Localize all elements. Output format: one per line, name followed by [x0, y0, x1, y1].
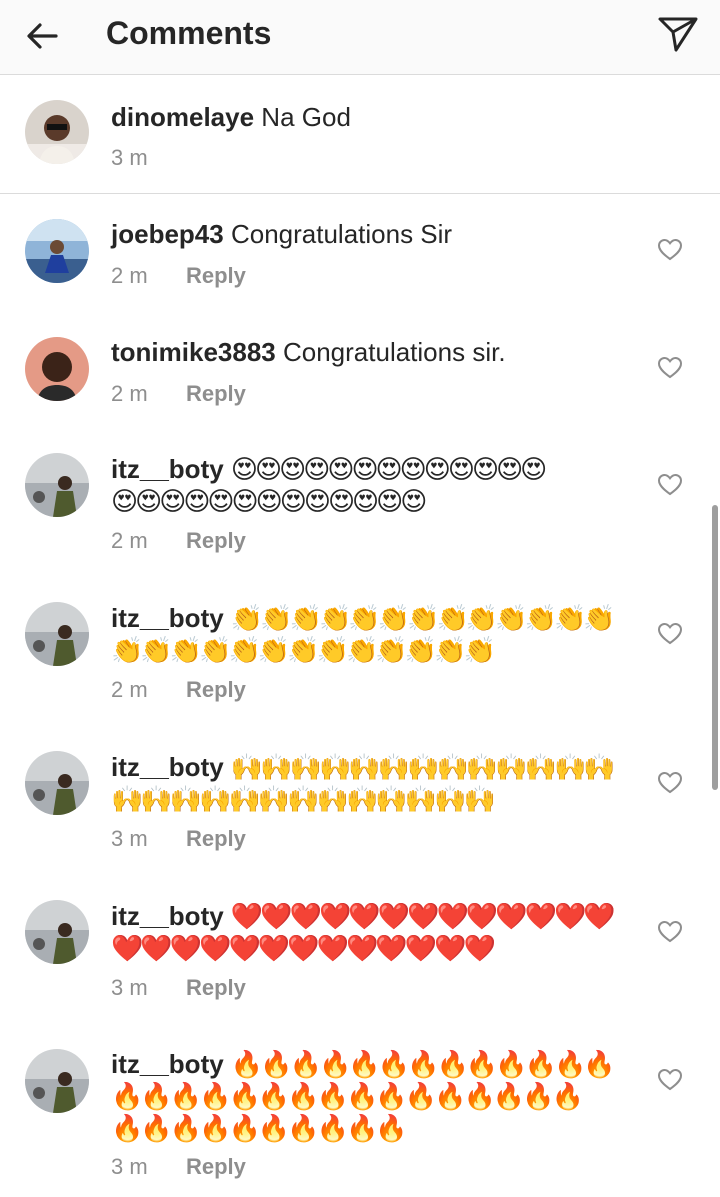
avatar[interactable]: [25, 337, 89, 401]
comment-item: itz__boty 😍😍😍😍😍😍😍😍😍😍😍😍😍 😍😍😍😍😍😍😍😍😍😍😍😍😍 2 m…: [0, 430, 720, 579]
reply-button[interactable]: Reply: [186, 975, 246, 1001]
heart-outline-icon[interactable]: [657, 356, 683, 380]
top-bar: Comments: [0, 0, 720, 75]
avatar[interactable]: [25, 602, 89, 666]
avatar[interactable]: [25, 100, 89, 164]
avatar[interactable]: [25, 751, 89, 815]
timestamp: 3 m: [111, 1154, 148, 1179]
username[interactable]: dinomelaye: [111, 102, 254, 132]
heart-outline-icon[interactable]: [657, 771, 683, 795]
heart-outline-icon[interactable]: [657, 238, 683, 262]
back-arrow-icon[interactable]: [22, 16, 62, 56]
timestamp: 3 m: [111, 826, 148, 851]
avatar[interactable]: [25, 900, 89, 964]
reply-button[interactable]: Reply: [186, 1154, 246, 1180]
comment-text: itz__boty 😍😍😍😍😍😍😍😍😍😍😍😍😍 😍😍😍😍😍😍😍😍😍😍😍😍😍: [111, 453, 636, 517]
username[interactable]: itz__boty: [111, 1049, 224, 1079]
comment-text: itz__boty 👏👏👏👏👏👏👏👏👏👏👏👏👏 👏👏👏👏👏👏👏👏👏👏👏👏👏: [111, 602, 636, 666]
timestamp: 2 m: [111, 528, 148, 553]
emoji-line: 🙌🙌🙌🙌🙌🙌🙌🙌🙌🙌🙌🙌🙌: [111, 784, 496, 814]
post-caption: dinomelaye Na God 3 m: [0, 76, 720, 194]
comment-text: tonimike3883 Congratulations sir.: [111, 336, 636, 368]
emoji-line: 🔥🔥🔥🔥🔥🔥🔥🔥🔥🔥: [111, 1113, 408, 1143]
emoji-line: ❤️❤️❤️❤️❤️❤️❤️❤️❤️❤️❤️❤️❤️: [230, 901, 616, 931]
comment-item: itz__boty 🙌🙌🙌🙌🙌🙌🙌🙌🙌🙌🙌🙌🙌 🙌🙌🙌🙌🙌🙌🙌🙌🙌🙌🙌🙌🙌 3 m…: [0, 728, 720, 877]
emoji-line: 🔥🔥🔥🔥🔥🔥🔥🔥🔥🔥🔥🔥🔥: [230, 1049, 616, 1079]
heart-outline-icon[interactable]: [657, 473, 683, 497]
avatar[interactable]: [25, 1049, 89, 1113]
comment-body: Congratulations Sir: [230, 219, 453, 249]
timestamp: 3 m: [111, 975, 148, 1000]
comment-text: itz__boty ❤️❤️❤️❤️❤️❤️❤️❤️❤️❤️❤️❤️❤️ ❤️❤️…: [111, 900, 636, 964]
comment-item: itz__boty ❤️❤️❤️❤️❤️❤️❤️❤️❤️❤️❤️❤️❤️ ❤️❤️…: [0, 877, 720, 1026]
username[interactable]: itz__boty: [111, 603, 224, 633]
heart-outline-icon[interactable]: [657, 1068, 683, 1092]
username[interactable]: joebep43: [111, 219, 224, 249]
comment-item: itz__boty 🔥🔥🔥🔥🔥🔥🔥🔥🔥🔥🔥🔥🔥 🔥🔥🔥🔥🔥🔥🔥🔥🔥🔥🔥🔥🔥🔥🔥🔥 🔥…: [0, 1026, 720, 1197]
timestamp: 2 m: [111, 263, 148, 288]
comment-text: joebep43 Congratulations Sir: [111, 218, 636, 250]
timestamp: 3 m: [111, 145, 148, 170]
heart-outline-icon[interactable]: [657, 920, 683, 944]
emoji-line: 👏👏👏👏👏👏👏👏👏👏👏👏👏: [111, 635, 496, 665]
emoji-line: 🔥🔥🔥🔥🔥🔥🔥🔥🔥🔥🔥🔥🔥🔥🔥🔥: [111, 1081, 584, 1111]
emoji-line: ❤️❤️❤️❤️❤️❤️❤️❤️❤️❤️❤️❤️❤️: [111, 933, 496, 963]
emoji-line: 👏👏👏👏👏👏👏👏👏👏👏👏👏: [230, 603, 616, 633]
reply-button[interactable]: Reply: [186, 826, 246, 852]
comment-body: Congratulations sir.: [282, 337, 506, 367]
comment-item: tonimike3883 Congratulations sir. 2 m Re…: [0, 312, 720, 430]
username[interactable]: itz__boty: [111, 752, 224, 782]
scrollbar[interactable]: [712, 505, 718, 790]
comment-text: itz__boty 🙌🙌🙌🙌🙌🙌🙌🙌🙌🙌🙌🙌🙌 🙌🙌🙌🙌🙌🙌🙌🙌🙌🙌🙌🙌🙌: [111, 751, 636, 815]
username[interactable]: itz__boty: [111, 454, 224, 484]
timestamp: 2 m: [111, 381, 148, 406]
reply-button[interactable]: Reply: [186, 263, 246, 289]
comment-item: itz__boty 👏👏👏👏👏👏👏👏👏👏👏👏👏 👏👏👏👏👏👏👏👏👏👏👏👏👏 2 m…: [0, 579, 720, 728]
reply-button[interactable]: Reply: [186, 381, 246, 407]
emoji-line: 😍😍😍😍😍😍😍😍😍😍😍😍😍: [111, 486, 427, 516]
comment-item: joebep43 Congratulations Sir 2 m Reply: [0, 194, 720, 312]
caption-body: Na God: [261, 102, 351, 132]
avatar[interactable]: [25, 219, 89, 283]
username[interactable]: itz__boty: [111, 901, 224, 931]
emoji-line: 😍😍😍😍😍😍😍😍😍😍😍😍😍: [230, 454, 547, 484]
username[interactable]: tonimike3883: [111, 337, 276, 367]
comment-text: itz__boty 🔥🔥🔥🔥🔥🔥🔥🔥🔥🔥🔥🔥🔥 🔥🔥🔥🔥🔥🔥🔥🔥🔥🔥🔥🔥🔥🔥🔥🔥 🔥…: [111, 1048, 636, 1144]
emoji-line: 🙌🙌🙌🙌🙌🙌🙌🙌🙌🙌🙌🙌🙌: [230, 752, 616, 782]
heart-outline-icon[interactable]: [657, 622, 683, 646]
timestamp: 2 m: [111, 677, 148, 702]
avatar[interactable]: [25, 453, 89, 517]
reply-button[interactable]: Reply: [186, 677, 246, 703]
reply-button[interactable]: Reply: [186, 528, 246, 554]
send-icon[interactable]: [656, 14, 700, 54]
caption-text: dinomelaye Na God: [111, 101, 636, 133]
page-title: Comments: [106, 15, 272, 51]
